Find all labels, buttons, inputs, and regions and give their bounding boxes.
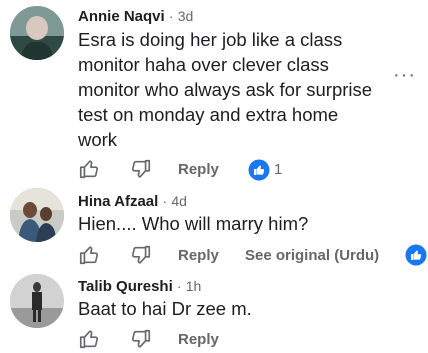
timestamp[interactable]: 1h — [186, 278, 202, 294]
author-name[interactable]: Talib Qureshi — [78, 278, 173, 295]
reaction-count[interactable]: 1 — [274, 161, 282, 178]
avatar[interactable] — [10, 188, 64, 242]
comment-actions: Reply — [78, 328, 418, 352]
separator: · — [168, 8, 174, 24]
timestamp[interactable]: 4d — [171, 193, 187, 209]
separator: · — [176, 278, 182, 294]
comment-text-line: monitor haha over clever class — [78, 54, 329, 75]
comment-text-line: monitor who always ask for surprise — [78, 79, 373, 100]
reply-button[interactable]: Reply — [178, 247, 219, 264]
avatar[interactable] — [10, 6, 64, 60]
reply-button[interactable]: Reply — [178, 161, 219, 178]
author-name[interactable]: Annie Naqvi — [78, 8, 165, 25]
author-line: Talib Qureshi · 1h — [78, 278, 201, 295]
comment-text-line: test on monday and extra home — [78, 104, 339, 125]
like-reaction-icon[interactable] — [405, 244, 427, 266]
separator: · — [162, 193, 168, 209]
comment-text-line: Hien.... Who will marry him? — [78, 213, 309, 234]
more-options-icon[interactable]: ··· — [393, 64, 416, 87]
like-outline-icon[interactable] — [78, 244, 100, 266]
dislike-outline-icon[interactable] — [130, 328, 152, 350]
author-line: Hina Afzaal · 4d — [78, 193, 187, 210]
comment-actions: Reply See original (Urdu) — [78, 244, 418, 268]
avatar-image — [10, 6, 64, 60]
comment-text: Esra is doing her job like a class monit… — [78, 27, 372, 152]
comment-text: Baat to hai Dr zee m. — [78, 296, 252, 321]
reply-button[interactable]: Reply — [178, 331, 219, 348]
author-name[interactable]: Hina Afzaal — [78, 193, 158, 210]
dislike-outline-icon[interactable] — [130, 158, 152, 180]
avatar-image — [10, 188, 64, 242]
comment-text-line: Baat to hai Dr zee m. — [78, 298, 252, 319]
comment-text: Hien.... Who will marry him? — [78, 211, 308, 236]
avatar-image — [10, 274, 64, 328]
timestamp[interactable]: 3d — [178, 8, 194, 24]
dislike-outline-icon[interactable] — [130, 244, 152, 266]
author-line: Annie Naqvi · 3d — [78, 8, 193, 25]
comment-text-line: work — [78, 129, 118, 150]
like-outline-icon[interactable] — [78, 158, 100, 180]
like-reaction-icon[interactable] — [248, 159, 270, 181]
like-outline-icon[interactable] — [78, 328, 100, 350]
comment-text-line: Esra is doing her job like a class — [78, 29, 343, 50]
comment-actions: Reply 1 — [78, 158, 418, 182]
avatar[interactable] — [10, 274, 64, 328]
see-original-button[interactable]: See original (Urdu) — [245, 247, 379, 264]
